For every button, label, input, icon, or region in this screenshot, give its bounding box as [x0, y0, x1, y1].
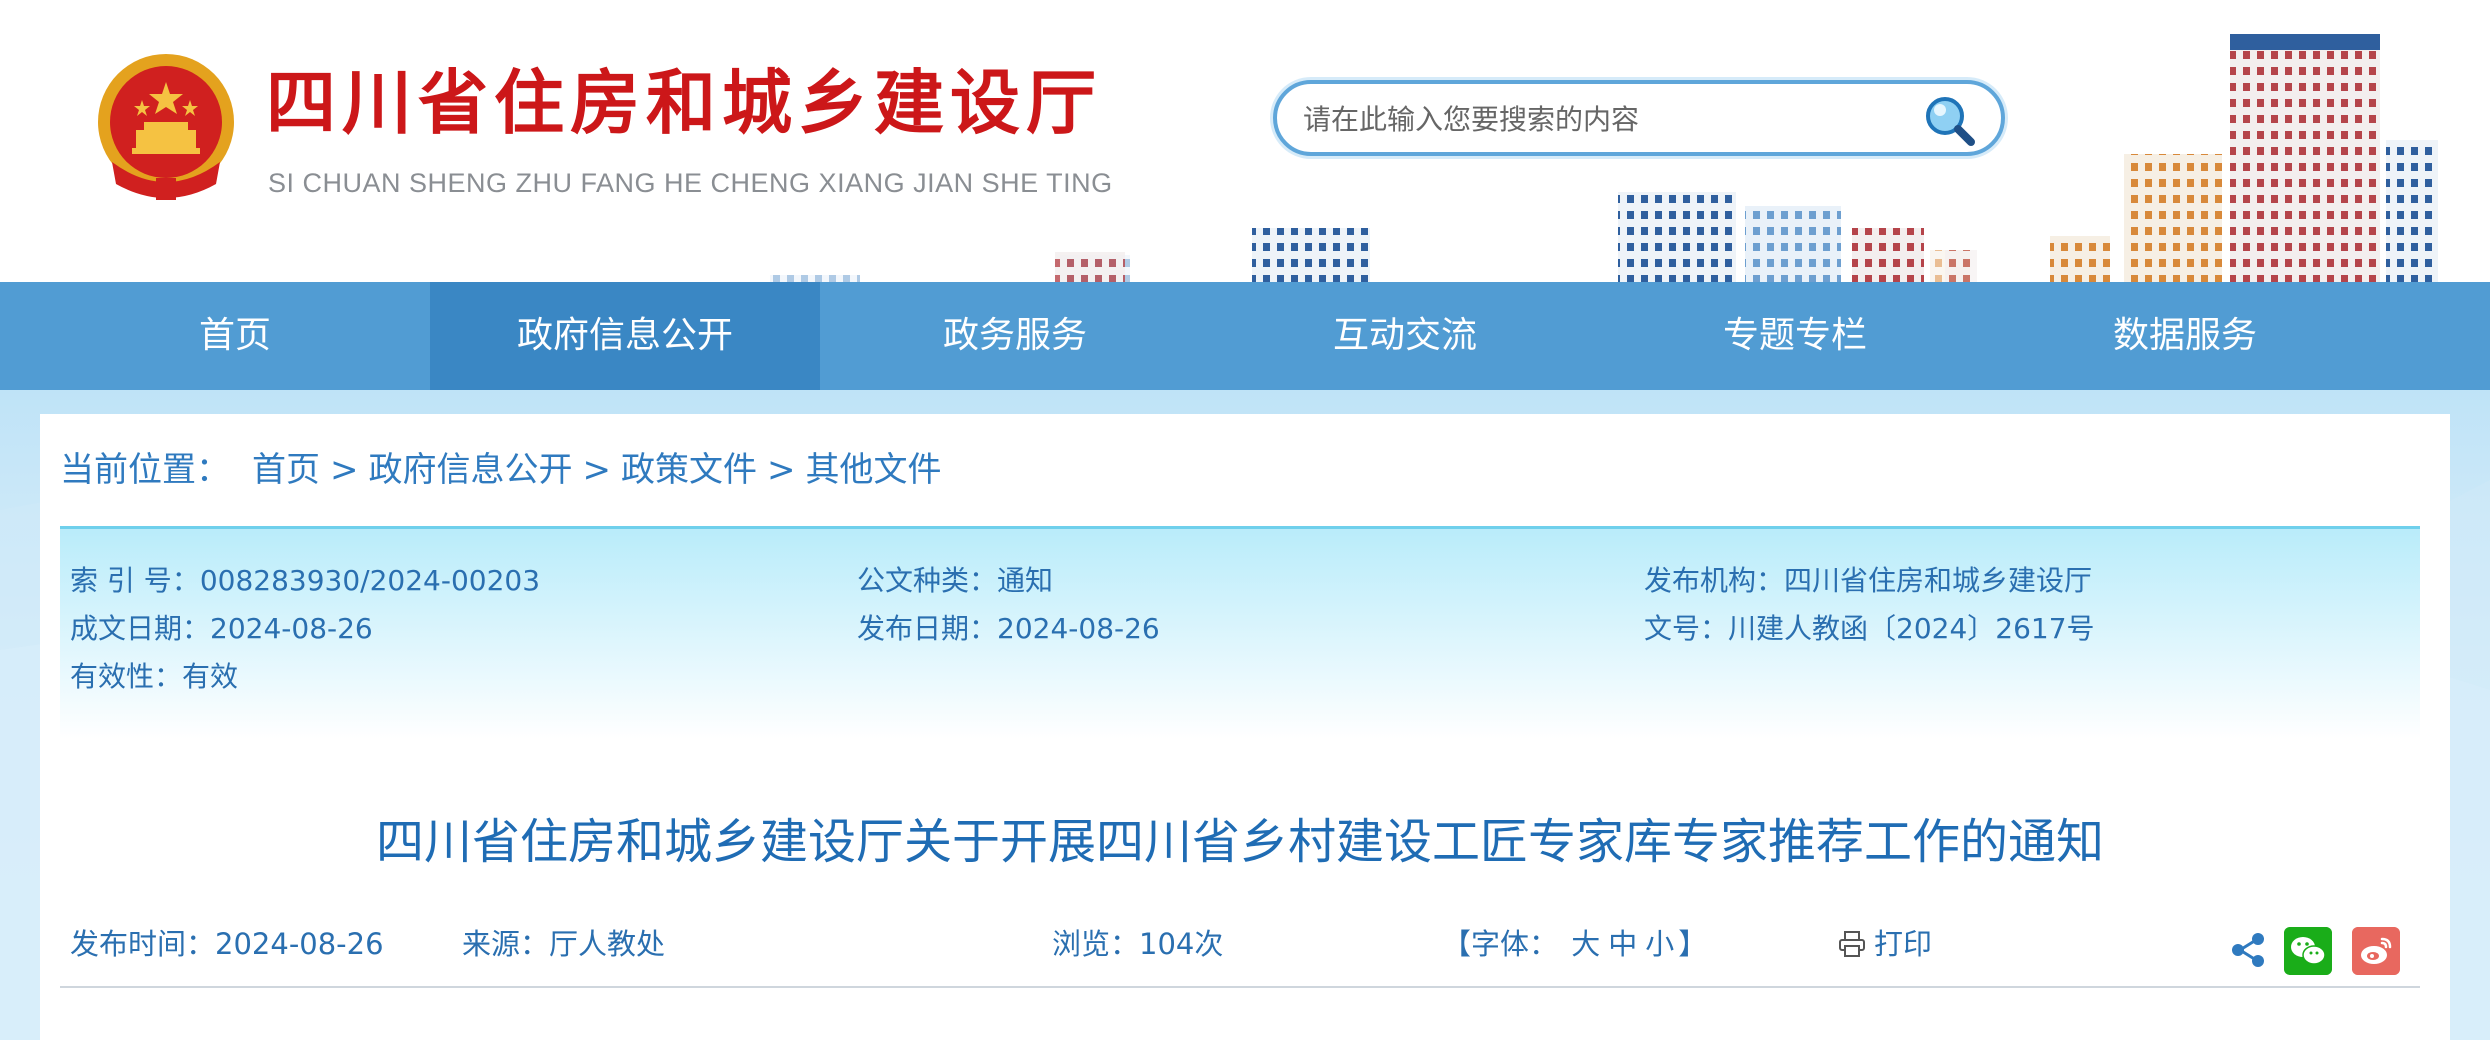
nav-item-topics[interactable]: 专题专栏 — [1600, 282, 1990, 390]
breadcrumb-label: 当前位置： — [60, 450, 230, 490]
info-value: 2024-08-26 — [215, 927, 384, 961]
search-box — [1273, 80, 2005, 156]
meta-value: 通知 — [997, 564, 1054, 597]
meta-publisher: 发布机构：四川省住房和城乡建设厅 — [1644, 561, 2092, 601]
nav-item-home[interactable]: 首页 — [40, 282, 430, 390]
meta-index-no: 索 引 号：008283930/2024-00203 — [70, 561, 540, 601]
print-button[interactable]: 打印 — [1838, 924, 1932, 964]
nav-item-interaction[interactable]: 互动交流 — [1210, 282, 1600, 390]
site-subtitle: SI CHUAN SHENG ZHU FANG HE CHENG XIANG J… — [268, 168, 1113, 198]
search-icon[interactable] — [1921, 92, 1979, 150]
font-size-medium[interactable]: 中 — [1608, 927, 1637, 961]
meta-label: 文号： — [1644, 612, 1729, 645]
info-value: 104次 — [1139, 927, 1224, 961]
font-size-small[interactable]: 小 — [1645, 927, 1674, 961]
print-icon — [1839, 931, 1865, 957]
share-icon[interactable] — [2228, 930, 2268, 970]
breadcrumb-separator: > — [330, 450, 359, 490]
meta-value: 2024-08-26 — [210, 612, 373, 645]
info-label: 浏览： — [1052, 927, 1140, 961]
article-title: 四川省住房和城乡建设厅关于开展四川省乡村建设工匠专家库专家推荐工作的通知 — [375, 814, 2104, 870]
meta-label: 索 引 号： — [70, 564, 200, 597]
font-size-control: 【字体： 大中小】 — [1442, 924, 1707, 964]
meta-label: 有效性： — [70, 660, 183, 693]
font-size-prefix: 【字体： — [1442, 927, 1559, 961]
meta-value: 008283930/2024-00203 — [199, 564, 541, 597]
weibo-icon[interactable] — [2352, 927, 2400, 975]
breadcrumb-home[interactable]: 首页 — [252, 450, 320, 490]
meta-label: 发布日期： — [857, 612, 998, 645]
article-publish-time: 发布时间：2024-08-26 — [70, 924, 384, 964]
site-title: 四川省住房和城乡建设厅 — [266, 61, 1102, 144]
breadcrumb-separator: > — [767, 450, 796, 490]
meta-publish-date: 发布日期：2024-08-26 — [857, 609, 1160, 649]
meta-value: 四川省住房和城乡建设厅 — [1784, 564, 2093, 597]
search-input[interactable] — [1301, 96, 1905, 142]
info-label: 发布时间： — [70, 927, 216, 961]
meta-validity: 有效性：有效 — [70, 657, 238, 697]
breadcrumb: 当前位置： 首页 > 政府信息公开 > 政策文件 > 其他文件 — [60, 444, 942, 496]
meta-label: 成文日期： — [70, 612, 211, 645]
meta-label: 发布机构： — [1644, 564, 1785, 597]
meta-doc-no: 文号：川建人教函〔2024〕2617号 — [1644, 609, 2095, 649]
info-label: 来源： — [462, 927, 550, 961]
font-size-suffix: 】 — [1678, 927, 1708, 961]
font-size-large[interactable]: 大 — [1571, 927, 1600, 961]
breadcrumb-other-docs[interactable]: 其他文件 — [806, 450, 942, 490]
meta-created-date: 成文日期：2024-08-26 — [70, 609, 373, 649]
nav-item-gov-info[interactable]: 政府信息公开 — [430, 282, 820, 390]
info-value: 厅人教处 — [549, 927, 666, 961]
article-source: 来源：厅人教处 — [462, 924, 665, 964]
meta-value: 川建人教函〔2024〕2617号 — [1728, 612, 2095, 645]
breadcrumb-separator: > — [582, 450, 612, 490]
nav-item-data[interactable]: 数据服务 — [1990, 282, 2380, 390]
breadcrumb-policy-docs[interactable]: 政策文件 — [621, 450, 757, 490]
main-nav: 首页 政府信息公开 政务服务 互动交流 专题专栏 数据服务 — [0, 282, 2490, 390]
article-views: 浏览：104次 — [1052, 924, 1223, 964]
meta-doc-type: 公文种类：通知 — [857, 561, 1053, 601]
meta-value: 2024-08-26 — [997, 612, 1160, 645]
meta-label: 公文种类： — [857, 564, 998, 597]
meta-value: 有效 — [182, 660, 239, 693]
site-header: 四川省住房和城乡建设厅 SI CHUAN SHENG ZHU FANG HE C… — [0, 0, 2490, 282]
info-divider — [60, 986, 2420, 988]
breadcrumb-gov-info[interactable]: 政府信息公开 — [369, 450, 573, 490]
print-label: 打印 — [1874, 927, 1933, 961]
national-emblem-icon — [98, 54, 234, 200]
nav-item-services[interactable]: 政务服务 — [820, 282, 1210, 390]
wechat-icon[interactable] — [2284, 927, 2332, 975]
